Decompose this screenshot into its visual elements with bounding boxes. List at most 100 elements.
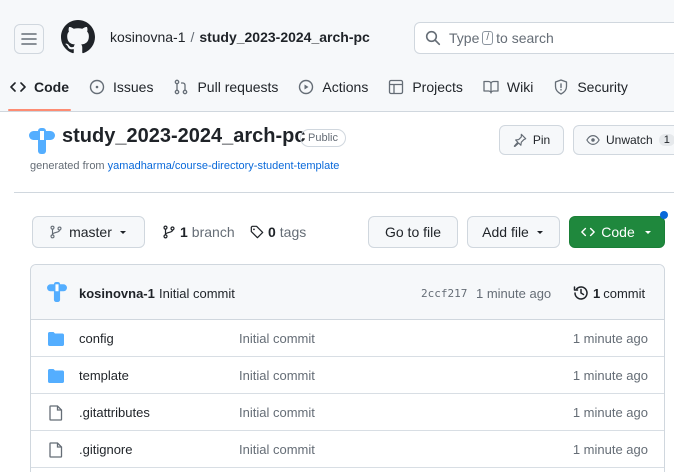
tab-wiki[interactable]: Wiki: [473, 64, 543, 110]
branch-icon: [163, 225, 175, 239]
file-commit-message[interactable]: Initial commit: [239, 405, 315, 420]
file-commit-message[interactable]: Initial commit: [239, 368, 315, 383]
tab-label: Code: [34, 79, 69, 95]
menu-button[interactable]: [14, 24, 44, 54]
file-name[interactable]: .gitattributes: [79, 405, 150, 420]
visibility-badge: Public: [300, 129, 346, 147]
generated-prefix: generated from: [30, 160, 105, 172]
tab-actions[interactable]: Actions: [288, 64, 378, 110]
repo-title[interactable]: study_2023-2024_arch-pc: [62, 125, 305, 148]
branch-count: 1: [180, 224, 188, 240]
file-time: 1 minute ago: [572, 405, 648, 420]
tab-security[interactable]: Security: [543, 64, 638, 110]
commit-history-link[interactable]: 1 commit: [573, 285, 645, 301]
branch-select[interactable]: master: [32, 216, 145, 248]
add-file-button[interactable]: Add file: [467, 216, 560, 248]
commit-count: 1: [593, 285, 601, 301]
issue-icon: [89, 79, 105, 95]
pin-icon: [513, 133, 527, 147]
shield-icon: [555, 79, 568, 95]
template-link[interactable]: yamadharma/course-directory-student-temp…: [108, 160, 340, 172]
tag-icon: [250, 225, 264, 239]
file-name[interactable]: .gitignore: [79, 442, 132, 457]
folder-icon: [48, 332, 64, 346]
search-suffix: to search: [496, 30, 554, 46]
search-shortcut-key: /: [482, 31, 494, 45]
branches-link[interactable]: 1 branch: [162, 224, 235, 240]
divider: [14, 192, 674, 193]
table-icon: [389, 79, 404, 95]
branch-icon: [50, 225, 62, 239]
repo-nav: Code Issues Pull requests Actions Projec…: [0, 64, 638, 111]
play-icon: [299, 79, 314, 95]
file-name[interactable]: config: [79, 331, 114, 346]
commit-author[interactable]: kosinovna-1: [79, 286, 155, 301]
tag-word: tags: [279, 224, 307, 240]
table-row[interactable]: template Initial commit 1 minute ago: [31, 357, 664, 394]
tag-count: 0: [268, 224, 276, 240]
code-icon: [581, 227, 596, 237]
commit-hash[interactable]: 2ccf217: [421, 287, 467, 300]
file-name[interactable]: template: [79, 368, 129, 383]
watch-count: 1: [658, 134, 674, 146]
caret-down-icon: [644, 231, 651, 234]
book-icon: [483, 80, 499, 94]
breadcrumb-separator: /: [190, 29, 195, 45]
tab-issues[interactable]: Issues: [79, 64, 163, 110]
file-icon: [49, 405, 63, 421]
commit-message[interactable]: Initial commit: [159, 286, 235, 301]
code-icon: [10, 82, 26, 92]
app-header: kosinovna-1/study_2023-2024_arch-pc Type…: [0, 0, 674, 112]
commit-word: commit: [603, 285, 646, 301]
unwatch-label: Unwatch: [606, 133, 653, 147]
search-prefix: Type: [449, 30, 480, 46]
go-to-file-button[interactable]: Go to file: [368, 216, 458, 248]
tab-label: Projects: [412, 79, 463, 95]
search-icon: [425, 30, 441, 46]
tab-code[interactable]: Code: [0, 64, 79, 111]
tab-pull-requests[interactable]: Pull requests: [163, 64, 288, 110]
code-button-label: Code: [601, 224, 635, 240]
breadcrumb-repo[interactable]: study_2023-2024_arch-pc: [199, 29, 369, 45]
tab-label: Actions: [322, 79, 369, 95]
tab-projects[interactable]: Projects: [378, 64, 473, 110]
tab-label: Wiki: [506, 79, 534, 95]
table-row[interactable]: .gitignore Initial commit 1 minute ago: [31, 431, 664, 468]
tab-label: Issues: [113, 79, 154, 95]
search-input[interactable]: Type / to search: [414, 22, 674, 54]
tab-label: Pull requests: [197, 79, 279, 95]
caret-down-icon: [536, 231, 543, 234]
avatar[interactable]: [47, 282, 67, 302]
github-logo-icon[interactable]: [61, 20, 95, 54]
file-icon: [49, 442, 63, 458]
commit-time: 1 minute ago: [476, 286, 552, 301]
branch-word: branch: [191, 224, 235, 240]
pin-label: Pin: [532, 133, 551, 147]
hamburger-icon: [21, 33, 37, 45]
generated-from: generated from yamadharma/course-directo…: [30, 160, 339, 172]
pull-request-icon: [175, 79, 188, 95]
history-icon: [573, 286, 588, 300]
breadcrumb-owner[interactable]: kosinovna-1: [110, 29, 186, 45]
breadcrumb: kosinovna-1/study_2023-2024_arch-pc: [110, 29, 370, 45]
notification-dot: [660, 211, 668, 219]
unwatch-button[interactable]: Unwatch 1: [573, 125, 674, 155]
table-row[interactable]: .gitattributes Initial commit 1 minute a…: [31, 394, 664, 431]
branch-name: master: [69, 224, 112, 240]
file-commit-message[interactable]: Initial commit: [239, 331, 315, 346]
file-time: 1 minute ago: [572, 442, 648, 457]
folder-icon: [48, 369, 64, 383]
repo-avatar-icon: [29, 128, 55, 154]
latest-commit-row: kosinovna-1 Initial commit 2ccf217 1 min…: [31, 265, 664, 320]
tags-link[interactable]: 0 tags: [250, 224, 306, 240]
go-to-file-label: Go to file: [384, 224, 442, 240]
file-time: 1 minute ago: [572, 331, 648, 346]
file-table: kosinovna-1 Initial commit 2ccf217 1 min…: [30, 264, 665, 472]
pin-button[interactable]: Pin: [499, 125, 564, 155]
eye-icon: [586, 135, 600, 145]
caret-down-icon: [119, 231, 126, 234]
table-row[interactable]: config Initial commit 1 minute ago: [31, 320, 664, 357]
add-file-label: Add file: [482, 224, 529, 240]
code-button[interactable]: Code: [569, 216, 665, 248]
file-commit-message[interactable]: Initial commit: [239, 442, 315, 457]
